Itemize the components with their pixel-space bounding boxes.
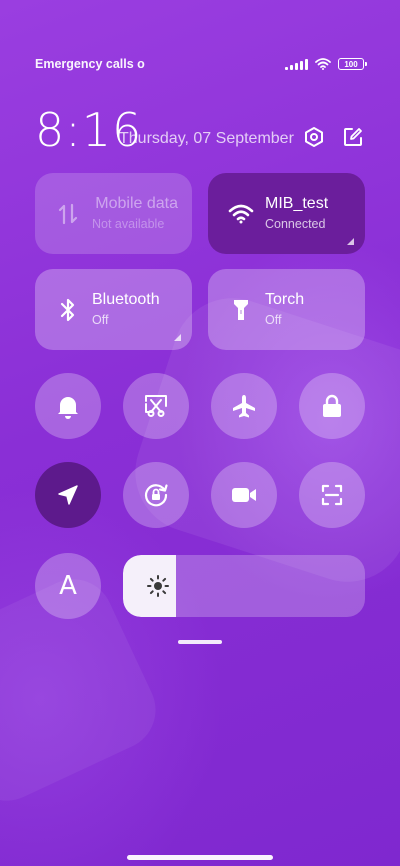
brightness-slider[interactable] xyxy=(123,555,365,617)
video-camera-icon xyxy=(232,488,256,502)
carrier-text: Emergency calls o xyxy=(35,57,145,71)
scanner-toggle[interactable] xyxy=(299,462,365,528)
wifi-expand-indicator[interactable] xyxy=(347,238,354,245)
panel-drag-handle[interactable] xyxy=(178,640,222,644)
status-bar: Emergency calls o 100 xyxy=(35,56,367,72)
font-size-label: A xyxy=(59,571,77,601)
location-toggle[interactable] xyxy=(35,462,101,528)
bluetooth-expand-indicator[interactable] xyxy=(174,334,181,341)
lock-icon xyxy=(323,394,341,417)
rotation-lock-icon xyxy=(144,484,168,507)
font-size-button[interactable]: A xyxy=(35,553,101,619)
bluetooth-text: Bluetooth Off xyxy=(92,290,160,329)
torch-tile[interactable]: Torch Off xyxy=(208,269,365,350)
mobile-data-title: Mobile data xyxy=(95,195,178,212)
wifi-icon xyxy=(228,201,254,227)
screenshot-toggle[interactable] xyxy=(123,373,189,439)
date[interactable]: Thursday, 07 September xyxy=(119,130,294,148)
screen-record-toggle[interactable] xyxy=(211,462,277,528)
wifi-text: MIB_test Connected xyxy=(265,194,328,233)
battery-level: 100 xyxy=(344,59,358,69)
mobile-data-text: Mobile data Not available xyxy=(92,194,178,233)
airplane-icon xyxy=(233,395,255,418)
sound-toggle[interactable] xyxy=(35,373,101,439)
signal-icon xyxy=(285,58,308,70)
screenshot-icon xyxy=(145,395,167,417)
scan-icon xyxy=(321,484,343,506)
home-indicator[interactable] xyxy=(127,855,273,860)
location-icon xyxy=(58,485,78,505)
mobile-data-tile[interactable]: Mobile data Not available xyxy=(35,173,192,254)
bell-icon xyxy=(58,397,78,419)
bluetooth-tile[interactable]: Bluetooth Off xyxy=(35,269,192,350)
mobile-data-subtitle: Not available xyxy=(92,217,165,231)
torch-title: Torch xyxy=(265,291,305,308)
bluetooth-icon xyxy=(55,297,81,323)
wifi-subtitle: Connected xyxy=(265,217,326,231)
torch-icon xyxy=(228,297,254,323)
torch-text: Torch Off xyxy=(265,290,304,329)
rotation-lock-toggle[interactable] xyxy=(123,462,189,528)
mobile-data-icon xyxy=(55,201,81,227)
airplane-toggle[interactable] xyxy=(211,373,277,439)
status-icons: 100 xyxy=(285,58,367,70)
brightness-icon xyxy=(145,573,171,599)
wifi-title: MIB_test xyxy=(265,195,329,212)
bluetooth-subtitle: Off xyxy=(92,313,109,327)
settings-hexagon-icon[interactable] xyxy=(302,125,326,149)
edit-icon[interactable] xyxy=(341,125,365,149)
bluetooth-title: Bluetooth xyxy=(92,291,160,308)
battery-icon: 100 xyxy=(338,58,367,70)
torch-subtitle: Off xyxy=(265,313,282,327)
wifi-tile[interactable]: MIB_test Connected xyxy=(208,173,365,254)
wifi-status-icon xyxy=(315,58,331,70)
lock-toggle[interactable] xyxy=(299,373,365,439)
